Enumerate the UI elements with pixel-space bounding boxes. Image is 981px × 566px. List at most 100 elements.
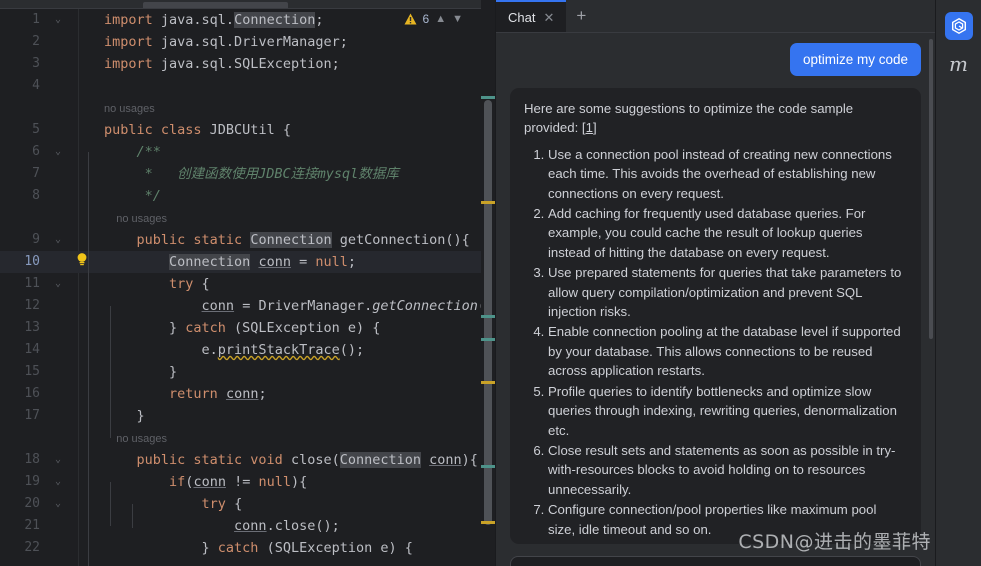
- line-number: 5: [32, 122, 40, 137]
- code-line-text: public class JDBCUtil {: [104, 122, 291, 138]
- code-line[interactable]: 13 } catch (SQLException e) {: [0, 317, 495, 339]
- editor-marker-stripe[interactable]: [481, 381, 495, 384]
- line-number: 2: [32, 34, 40, 49]
- assistant-suggestion-item: Configure connection/pool properties lik…: [548, 500, 907, 539]
- code-line[interactable]: 9 ⌄ public static Connection getConnectio…: [0, 229, 495, 251]
- editor-marker-stripe[interactable]: [481, 201, 495, 204]
- code-line-text: }: [104, 364, 178, 380]
- code-line[interactable]: 4: [0, 75, 495, 97]
- line-number: 11: [24, 276, 40, 291]
- assistant-suggestion-item: Enable connection pooling at the databas…: [548, 322, 907, 380]
- code-line[interactable]: 7 * 创建函数使用JDBC连接mysql数据库: [0, 163, 495, 185]
- code-line-text: return conn;: [169, 386, 267, 402]
- line-number: 22: [24, 540, 40, 555]
- code-line[interactable]: no usages: [0, 427, 495, 449]
- chat-input-field[interactable]: [510, 556, 921, 566]
- indent-guide: [132, 504, 133, 528]
- code-line-text: no usages: [104, 102, 155, 115]
- editor-marker-stripe[interactable]: [481, 521, 495, 524]
- code-editor-pane: 1 ⌄ import java.sql.Connection; 2 import jav…: [0, 0, 495, 566]
- code-line[interactable]: 3 import java.sql.SQLException;: [0, 53, 495, 75]
- editor-marker-stripe[interactable]: [481, 96, 495, 99]
- code-line[interactable]: 6 ⌄ /**: [0, 141, 495, 163]
- line-number: 8: [32, 188, 40, 203]
- line-number: 10: [24, 254, 40, 269]
- code-line[interactable]: 21 conn.close();: [0, 515, 495, 537]
- editor-marker-scrollbar[interactable]: [481, 0, 495, 566]
- code-line[interactable]: 17 }: [0, 405, 495, 427]
- chevron-down-icon[interactable]: ▼: [452, 13, 463, 25]
- code-line[interactable]: 5 public class JDBCUtil {: [0, 119, 495, 141]
- m-letter-icon[interactable]: m: [949, 54, 968, 74]
- intention-bulb-icon[interactable]: [70, 251, 94, 273]
- user-message-row: optimize my code: [510, 43, 921, 76]
- code-line[interactable]: no usages: [0, 97, 495, 119]
- inspection-widget[interactable]: 6 ▲ ▼: [404, 12, 463, 26]
- code-line-text: public static void close(Connection conn…: [104, 452, 478, 468]
- code-line[interactable]: 16 return conn;: [0, 383, 495, 405]
- editor-scroll-thumb[interactable]: [484, 100, 492, 525]
- tab-chat[interactable]: Chat ✕: [496, 0, 567, 32]
- new-chat-button[interactable]: +: [566, 0, 596, 32]
- line-number: 13: [24, 320, 40, 335]
- code-line[interactable]: 11 ⌄ try {: [0, 273, 495, 295]
- fold-chevron-down-icon[interactable]: ⌄: [46, 9, 70, 31]
- code-line[interactable]: 18 ⌄ public static void close(Connection …: [0, 449, 495, 471]
- fold-chevron-down-icon[interactable]: ⌄: [46, 493, 70, 515]
- code-line-text: no usages: [104, 212, 167, 225]
- line-number: 6: [32, 144, 40, 159]
- fold-chevron-down-icon[interactable]: ⌄: [46, 449, 70, 471]
- code-line-text: */: [104, 188, 161, 204]
- user-message-bubble: optimize my code: [789, 43, 921, 76]
- editor-file-tab[interactable]: [143, 2, 288, 8]
- assistant-suggestion-item: Add caching for frequently used database…: [548, 204, 907, 262]
- fold-chevron-down-icon[interactable]: ⌄: [46, 229, 70, 251]
- line-number: 1: [32, 12, 40, 27]
- code-line-text: try {: [201, 496, 243, 512]
- code-line[interactable]: no usages: [0, 207, 495, 229]
- ai-assistant-hexagon-icon: [951, 17, 966, 35]
- code-rows: 1 ⌄ import java.sql.Connection; 2 import jav…: [0, 9, 495, 559]
- assistant-suggestion-item: Close result sets and statements as soon…: [548, 441, 907, 499]
- fold-chevron-down-icon[interactable]: ⌄: [46, 471, 70, 493]
- code-line[interactable]: 20 ⌄ try {: [0, 493, 495, 515]
- chat-scrollbar[interactable]: [929, 33, 933, 552]
- code-line-text: } catch (SQLException e) {: [104, 320, 381, 336]
- fold-chevron-down-icon[interactable]: ⌄: [46, 141, 70, 163]
- line-number: 21: [24, 518, 40, 533]
- chevron-up-icon[interactable]: ▲: [435, 13, 446, 25]
- warning-triangle-icon: [404, 13, 417, 25]
- editor-marker-stripe[interactable]: [481, 338, 495, 341]
- indent-guide: [110, 306, 111, 438]
- code-text-area[interactable]: 1 ⌄ import java.sql.Connection; 2 import jav…: [0, 9, 495, 566]
- fold-chevron-down-icon[interactable]: ⌄: [46, 273, 70, 295]
- code-line-text: public static Connection getConnection()…: [104, 232, 470, 248]
- code-line[interactable]: 8 */: [0, 185, 495, 207]
- code-line-text: conn = DriverManager.getConnection( url:: [94, 295, 495, 317]
- chat-scroll-thumb[interactable]: [929, 39, 933, 339]
- tab-chat-label: Chat: [508, 9, 536, 25]
- right-tool-rail: m: [935, 0, 981, 566]
- code-line[interactable]: 19 ⌄ if(conn != null){: [0, 471, 495, 493]
- code-line-text: import java.sql.SQLException;: [104, 56, 340, 72]
- editor-marker-stripe[interactable]: [481, 465, 495, 468]
- citation-link[interactable]: 1: [586, 120, 593, 135]
- line-number: 7: [32, 166, 40, 181]
- line-number: 18: [24, 452, 40, 467]
- ai-chat-pane: Chat ✕ + optimize my code Here are some …: [495, 0, 935, 566]
- code-line[interactable]: 12 conn = DriverManager.getConnection( u…: [0, 295, 495, 317]
- code-line-text: import java.sql.DriverManager;: [104, 34, 348, 50]
- code-line[interactable]: 22 } catch (SQLException e) {: [0, 537, 495, 559]
- line-number: 17: [24, 408, 40, 423]
- indent-guide: [110, 482, 111, 526]
- editor-marker-stripe[interactable]: [481, 315, 495, 318]
- assistant-message-bubble: Here are some suggestions to optimize th…: [510, 88, 921, 544]
- indent-guide: [88, 152, 89, 566]
- code-line[interactable]: 2 import java.sql.DriverManager;: [0, 31, 495, 53]
- close-icon[interactable]: ✕: [543, 11, 554, 24]
- code-line[interactable]: 15 }: [0, 361, 495, 383]
- line-number: 15: [24, 364, 40, 379]
- code-line[interactable]: 10 Connection conn = null;: [0, 251, 495, 273]
- code-line[interactable]: 14 e.printStackTrace();: [0, 339, 495, 361]
- ai-assistant-button[interactable]: [944, 12, 973, 40]
